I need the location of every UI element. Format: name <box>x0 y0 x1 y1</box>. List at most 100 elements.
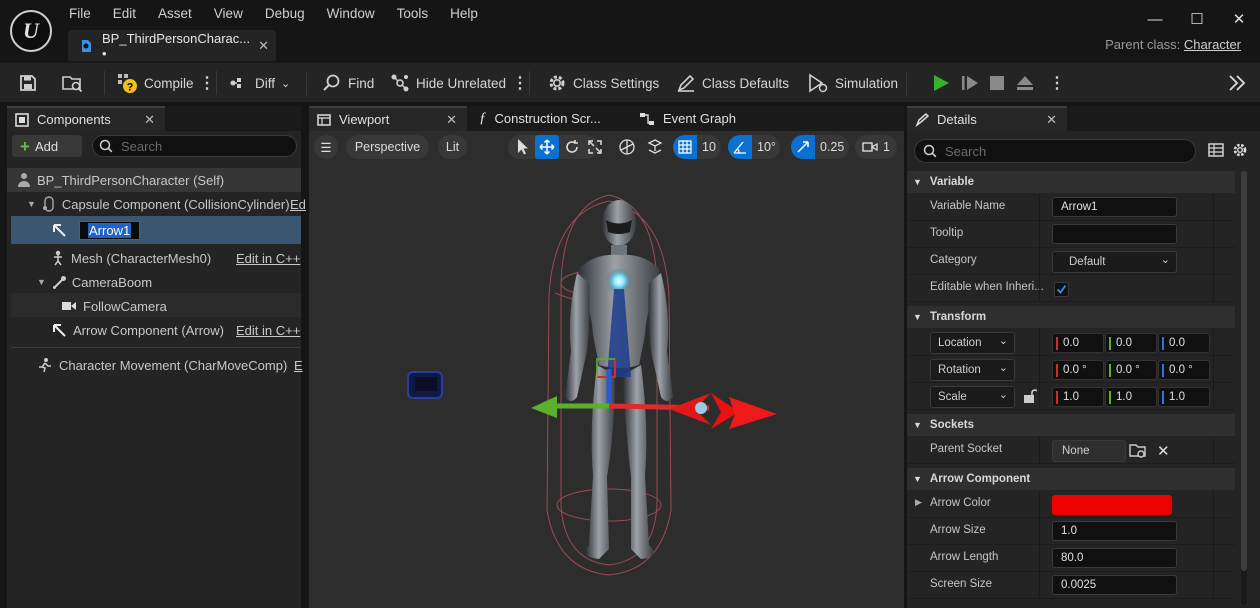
select-tool-icon[interactable] <box>513 137 531 157</box>
arrow-size-field[interactable]: 1.0 <box>1052 521 1177 541</box>
camera-speed-button[interactable]: 1 <box>855 135 897 159</box>
stop-button[interactable] <box>988 63 1006 103</box>
scale-tool-icon[interactable] <box>587 139 603 155</box>
details-tab[interactable]: Details ✕ <box>907 106 1067 131</box>
add-component-button[interactable]: + Add <box>12 135 82 157</box>
edit-in-cpp-link[interactable]: Ed <box>290 197 306 212</box>
component-arrow[interactable]: Arrow Component (Arrow) <box>51 318 224 342</box>
rename-field[interactable]: Arrow1 <box>79 220 141 240</box>
perspective-button[interactable]: Perspective <box>346 135 429 159</box>
editable-checkbox[interactable] <box>1054 282 1069 297</box>
category-sockets[interactable]: ▼ Sockets <box>907 414 1235 436</box>
location-z[interactable]: 0.0 <box>1158 333 1210 353</box>
close-button[interactable]: ✕ <box>1218 6 1260 32</box>
arrow-color-swatch[interactable] <box>1052 495 1172 515</box>
class-defaults-button[interactable]: Class Defaults <box>676 63 789 103</box>
location-y[interactable]: 0.0 <box>1105 333 1157 353</box>
edit-in-cpp-link[interactable]: Edit in C++ <box>236 323 300 338</box>
expand-toolbar-button[interactable] <box>1228 63 1246 103</box>
rotation-x[interactable]: 0.0 ° <box>1052 360 1104 380</box>
parent-socket-field[interactable]: None <box>1052 440 1126 462</box>
scale-x[interactable]: 1.0 <box>1052 387 1104 407</box>
scale-snap-icon[interactable] <box>791 135 815 159</box>
browse-socket-icon[interactable] <box>1129 442 1147 460</box>
settings-gear-icon[interactable] <box>1232 142 1248 158</box>
close-panel-icon[interactable]: ✕ <box>1046 112 1057 128</box>
location-mode-dropdown[interactable]: Location ⌄ <box>930 332 1015 354</box>
rotation-mode-dropdown[interactable]: Rotation ⌄ <box>930 359 1015 381</box>
viewport-menu-button[interactable]: ☰ <box>314 135 338 159</box>
unreal-logo-icon[interactable]: U <box>10 10 52 52</box>
hide-unrelated-button[interactable]: Hide Unrelated <box>390 63 506 103</box>
translate-tool-icon[interactable] <box>535 135 559 159</box>
menu-debug[interactable]: Debug <box>265 6 316 21</box>
scale-z[interactable]: 1.0 <box>1158 387 1210 407</box>
category-arrow-component[interactable]: ▼ Arrow Component <box>907 468 1235 490</box>
details-scrollbar[interactable] <box>1241 171 1247 605</box>
compile-button[interactable]: ? Compile <box>116 63 194 103</box>
screen-size-field[interactable]: 0.0025 <box>1052 575 1177 595</box>
tab-event-graph[interactable]: Event Graph <box>631 106 781 131</box>
rotation-snap-group[interactable]: 10° <box>728 135 780 159</box>
browse-button[interactable] <box>61 63 85 103</box>
menu-edit[interactable]: Edit <box>113 6 147 21</box>
simulation-button[interactable]: Simulation <box>807 63 898 103</box>
component-self[interactable]: BP_ThirdPersonCharacter (Self) <box>17 168 224 192</box>
scale-snap-group[interactable]: 0.25 <box>791 135 849 159</box>
category-transform[interactable]: ▼ Transform <box>907 306 1235 328</box>
rotation-z[interactable]: 0.0 ° <box>1158 360 1210 380</box>
local-space-icon[interactable] <box>617 137 637 157</box>
rotation-y[interactable]: 0.0 ° <box>1105 360 1157 380</box>
grid-snap-group[interactable]: 10 <box>673 135 721 159</box>
eject-button[interactable] <box>1015 63 1035 103</box>
surface-snap-icon[interactable] <box>645 137 665 157</box>
find-button[interactable]: Find <box>322 63 374 103</box>
component-capsule[interactable]: ▼ Capsule Component (CollisionCylinder) <box>27 192 290 216</box>
close-tab-icon[interactable]: ✕ <box>446 112 457 128</box>
component-followcamera[interactable]: FollowCamera <box>61 294 167 318</box>
menu-tools[interactable]: Tools <box>397 6 440 21</box>
class-settings-button[interactable]: Class Settings <box>547 63 659 103</box>
component-search-input[interactable]: Search <box>92 135 297 157</box>
location-x[interactable]: 0.0 <box>1052 333 1104 353</box>
angle-snap-icon[interactable] <box>728 135 752 159</box>
edit-in-cpp-link[interactable]: E <box>294 358 303 373</box>
expand-arrow-icon[interactable]: ▶ <box>915 497 922 508</box>
arrow-length-field[interactable]: 80.0 <box>1052 548 1177 568</box>
scale-y[interactable]: 1.0 <box>1105 387 1157 407</box>
component-character-movement[interactable]: Character Movement (CharMoveComp) <box>37 353 287 377</box>
scale-mode-dropdown[interactable]: Scale ⌄ <box>930 386 1015 408</box>
property-matrix-icon[interactable] <box>1208 142 1224 158</box>
menu-asset[interactable]: Asset <box>158 6 203 21</box>
scrollbar-thumb[interactable] <box>1241 171 1247 571</box>
save-button[interactable] <box>18 63 38 103</box>
category-variable[interactable]: ▼ Variable <box>907 171 1235 193</box>
close-panel-icon[interactable]: ✕ <box>144 112 155 128</box>
menu-file[interactable]: File <box>69 6 102 21</box>
menu-window[interactable]: Window <box>327 6 386 21</box>
diff-button[interactable]: Diff ⌄ <box>229 63 290 103</box>
compile-options-kebab[interactable]: ⋮ <box>199 63 215 103</box>
edit-in-cpp-link[interactable]: Edit in C++ <box>236 251 300 266</box>
play-options-kebab[interactable]: ⋮ <box>1049 63 1065 103</box>
details-search-input[interactable]: Search <box>914 139 1196 163</box>
tab-construction-script[interactable]: ƒ Construction Scr... <box>471 106 626 131</box>
lock-icon[interactable] <box>1023 388 1037 404</box>
viewport[interactable]: ☰ Perspective Lit 10 10° 0.25 1 <box>309 131 904 608</box>
clear-socket-icon[interactable]: ✕ <box>1157 442 1170 460</box>
find-options-kebab[interactable]: ⋮ <box>512 63 528 103</box>
parent-class-link[interactable]: Character <box>1184 37 1241 52</box>
document-tab[interactable]: BP_ThirdPersonCharac... • ✕ <box>68 30 276 61</box>
component-cameraboom[interactable]: ▼ CameraBoom <box>37 270 152 294</box>
menu-help[interactable]: Help <box>450 6 489 21</box>
category-dropdown[interactable]: Default ⌄ <box>1052 251 1177 273</box>
step-button[interactable] <box>960 63 980 103</box>
tab-viewport[interactable]: Viewport ✕ <box>309 106 467 131</box>
component-arrow1[interactable]: Arrow1 <box>51 218 141 242</box>
close-tab-icon[interactable]: ✕ <box>258 38 269 54</box>
minimize-button[interactable]: — <box>1134 6 1176 32</box>
lit-button[interactable]: Lit <box>438 135 467 159</box>
menu-view[interactable]: View <box>214 6 254 21</box>
variable-name-field[interactable]: Arrow1 <box>1052 197 1177 217</box>
maximize-button[interactable]: ☐ <box>1176 6 1218 32</box>
